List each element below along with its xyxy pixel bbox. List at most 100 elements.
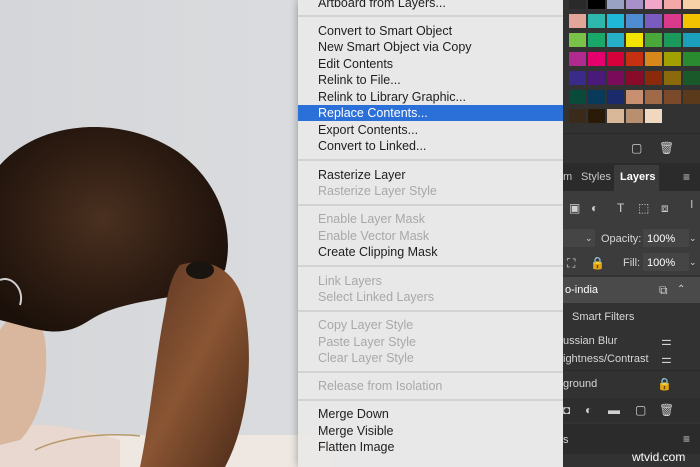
swatch[interactable] <box>664 90 681 104</box>
swatch[interactable] <box>683 52 700 66</box>
artboard-lock-icon[interactable]: ⛶ <box>567 256 575 270</box>
panel-menu-icon[interactable]: ≡ <box>683 432 690 446</box>
layer-row-brightness-contrast[interactable]: ightness/Contrast ⚌ <box>563 347 700 371</box>
menu-item-merge-down[interactable]: Merge Down <box>298 406 563 422</box>
swatch[interactable] <box>664 14 681 28</box>
folder-icon[interactable]: ▬ <box>608 403 620 417</box>
menu-item-convert-to-smart-object[interactable]: Convert to Smart Object <box>298 23 563 39</box>
swatch[interactable] <box>588 71 605 85</box>
swatch[interactable] <box>569 33 586 47</box>
menu-item-replace-contents[interactable]: Replace Contents... <box>298 105 563 121</box>
shape-filter-icon[interactable]: ⬚ <box>638 201 649 215</box>
swatch[interactable] <box>683 14 700 28</box>
swatch[interactable] <box>645 71 662 85</box>
collapsed-tab[interactable]: s <box>563 433 569 447</box>
chevron-up-icon[interactable]: ⌃ <box>677 283 685 297</box>
menu-item-edit-contents[interactable]: Edit Contents <box>298 56 563 72</box>
swatch[interactable] <box>645 52 662 66</box>
swatch[interactable] <box>588 90 605 104</box>
menu-item-rasterize-layer-style[interactable]: Rasterize Layer Style <box>298 183 563 199</box>
swatch[interactable] <box>607 109 624 123</box>
swatch[interactable] <box>607 52 624 66</box>
menu-item-enable-layer-mask[interactable]: Enable Layer Mask <box>298 211 563 227</box>
menu-item-select-linked-layers[interactable]: Select Linked Layers <box>298 289 563 305</box>
menu-item-rasterize-layer[interactable]: Rasterize Layer <box>298 167 563 183</box>
swatch[interactable] <box>569 52 586 66</box>
swatch[interactable] <box>588 109 605 123</box>
tab-layers[interactable]: Layers <box>620 170 655 184</box>
adjustment-filter-icon[interactable]: ◐ <box>591 201 598 215</box>
menu-item-enable-vector-mask[interactable]: Enable Vector Mask <box>298 228 563 244</box>
menu-item-paste-layer-style[interactable]: Paste Layer Style <box>298 334 563 350</box>
swatch[interactable] <box>664 71 681 85</box>
swatch[interactable] <box>664 33 681 47</box>
layer-mask-icon[interactable]: ◘ <box>563 403 570 417</box>
layer-row-smart-filters[interactable]: Smart Filters <box>563 305 700 329</box>
layer-row-background[interactable]: ground 🔒 <box>563 370 700 399</box>
smart-object-filter-icon[interactable]: ⧈ <box>661 201 669 215</box>
type-filter-icon[interactable]: T <box>617 201 624 215</box>
swatch[interactable] <box>569 0 586 9</box>
trash-icon[interactable]: 🗑 <box>659 141 674 155</box>
new-layer-icon[interactable]: ▢ <box>635 403 646 417</box>
trash-icon[interactable]: 🗑 <box>659 403 674 417</box>
menu-item-clear-layer-style[interactable]: Clear Layer Style <box>298 350 563 366</box>
swatch[interactable] <box>683 109 700 123</box>
swatch[interactable] <box>645 14 662 28</box>
fill-chevron-icon[interactable]: ⌄ <box>689 255 697 269</box>
tab-partial[interactable]: m <box>563 170 572 184</box>
swatch[interactable] <box>626 52 643 66</box>
menu-item-release-from-isolation[interactable]: Release from Isolation <box>298 378 563 394</box>
menu-item-artboard-from-layers[interactable]: Artboard from Layers... <box>298 0 563 11</box>
filter-options-icon[interactable]: ⚌ <box>661 334 672 348</box>
tab-styles[interactable]: Styles <box>581 170 611 184</box>
menu-item-copy-layer-style[interactable]: Copy Layer Style <box>298 317 563 333</box>
filter-options-icon[interactable]: ⚌ <box>661 352 672 366</box>
swatch[interactable] <box>645 109 662 123</box>
lock-icon[interactable]: 🔒 <box>590 256 605 270</box>
swatch[interactable] <box>626 71 643 85</box>
menu-item-merge-visible[interactable]: Merge Visible <box>298 423 563 439</box>
swatch[interactable] <box>569 71 586 85</box>
filter-toggle-icon[interactable]: ⏽ <box>687 197 697 211</box>
menu-item-flatten-image[interactable]: Flatten Image <box>298 439 563 455</box>
swatch[interactable] <box>588 33 605 47</box>
swatch[interactable] <box>607 0 624 9</box>
swatch[interactable] <box>626 90 643 104</box>
swatch[interactable] <box>645 90 662 104</box>
layer-row-smart-object[interactable]: o-india ⧉ ⌃ <box>563 277 700 303</box>
swatch[interactable] <box>626 14 643 28</box>
swatch[interactable] <box>626 33 643 47</box>
swatch[interactable] <box>664 0 681 9</box>
swatch[interactable] <box>645 33 662 47</box>
swatch[interactable] <box>607 14 624 28</box>
opacity-chevron-icon[interactable]: ⌄ <box>689 231 697 245</box>
swatch[interactable] <box>588 0 605 9</box>
swatch[interactable] <box>683 71 700 85</box>
swatch[interactable] <box>569 90 586 104</box>
swatch[interactable] <box>569 109 586 123</box>
menu-item-create-clipping-mask[interactable]: Create Clipping Mask <box>298 244 563 260</box>
swatch[interactable] <box>588 52 605 66</box>
swatch[interactable] <box>664 109 681 123</box>
menu-item-relink-to-library-graphic[interactable]: Relink to Library Graphic... <box>298 89 563 105</box>
menu-item-link-layers[interactable]: Link Layers <box>298 273 563 289</box>
swatch[interactable] <box>607 33 624 47</box>
image-filter-icon[interactable]: ▣ <box>569 201 580 215</box>
swatch[interactable] <box>645 0 662 9</box>
swatch[interactable] <box>607 71 624 85</box>
swatch[interactable] <box>626 109 643 123</box>
swatch[interactable] <box>683 0 700 9</box>
swatch[interactable] <box>569 14 586 28</box>
swatch[interactable] <box>607 90 624 104</box>
menu-item-new-smart-object-via-copy[interactable]: New Smart Object via Copy <box>298 39 563 55</box>
menu-item-convert-to-linked[interactable]: Convert to Linked... <box>298 138 563 154</box>
swatch[interactable] <box>626 0 643 9</box>
menu-item-export-contents[interactable]: Export Contents... <box>298 122 563 138</box>
swatch[interactable] <box>588 14 605 28</box>
menu-item-relink-to-file[interactable]: Relink to File... <box>298 72 563 88</box>
swatch[interactable] <box>683 33 700 47</box>
adjustment-layer-icon[interactable]: ◐ <box>585 403 592 417</box>
new-swatch-icon[interactable]: ▢ <box>631 141 642 155</box>
swatch[interactable] <box>683 90 700 104</box>
